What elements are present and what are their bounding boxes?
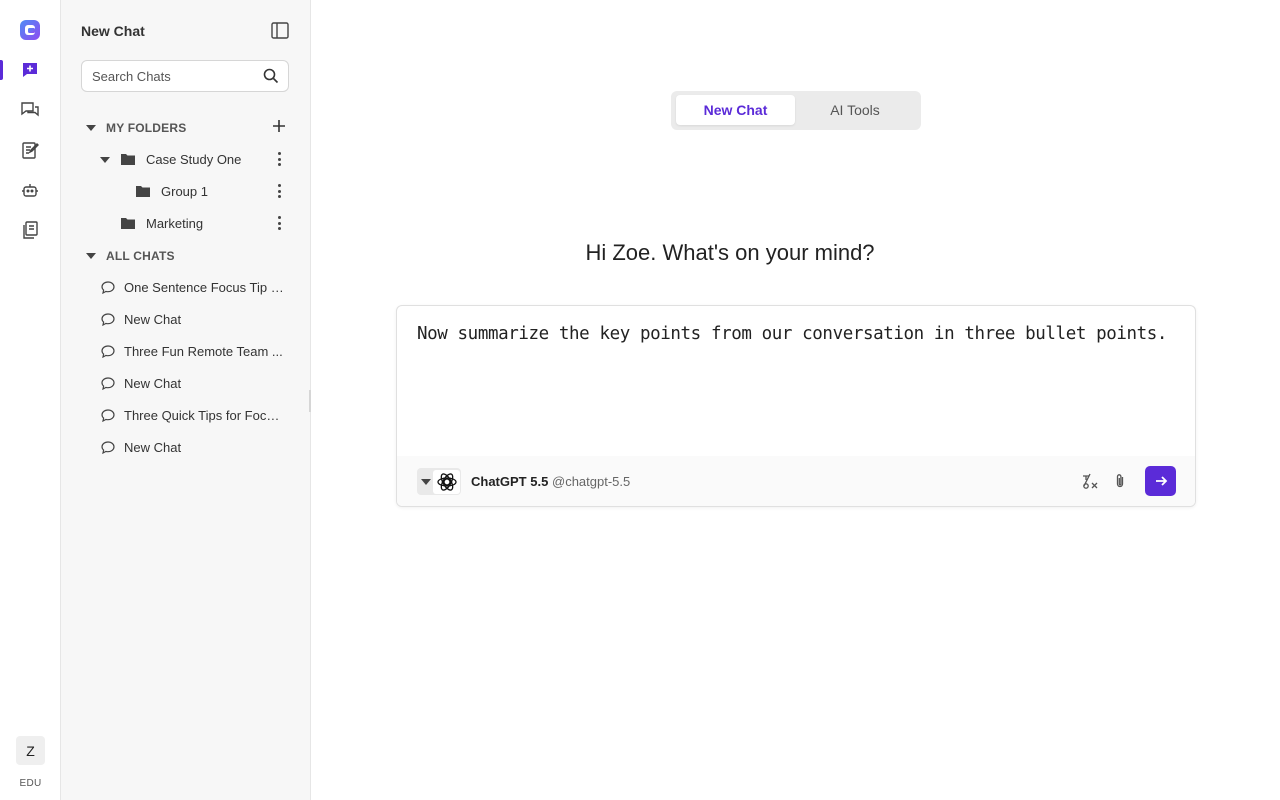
chat-list-item[interactable]: New Chat bbox=[61, 306, 311, 334]
chats-icon bbox=[21, 102, 39, 117]
message-input[interactable]: Now summarize the key points from our co… bbox=[417, 322, 1177, 346]
tab-new-chat[interactable]: New Chat bbox=[676, 95, 795, 125]
app-logo-icon[interactable] bbox=[19, 19, 41, 41]
collapse-caret-icon bbox=[100, 157, 110, 163]
chat-bubble-icon bbox=[101, 313, 115, 326]
clear-formatting-icon[interactable] bbox=[1081, 472, 1099, 490]
notes-rail-button[interactable] bbox=[18, 138, 42, 162]
mode-switcher: New Chat AI Tools bbox=[671, 91, 921, 130]
icon-rail: Z EDU bbox=[0, 0, 61, 800]
more-options-icon[interactable] bbox=[277, 216, 281, 230]
chat-title: Three Fun Remote Team ... bbox=[124, 344, 283, 359]
chats-rail-button[interactable] bbox=[18, 98, 42, 122]
paperclip-icon[interactable] bbox=[1111, 472, 1129, 490]
folder-name: Marketing bbox=[146, 216, 204, 231]
folder-item-case-study-one[interactable]: Case Study One bbox=[61, 146, 311, 174]
send-button[interactable] bbox=[1145, 466, 1176, 496]
model-selector[interactable] bbox=[417, 468, 461, 495]
model-name: ChatGPT 5.5 bbox=[471, 474, 549, 489]
chat-list-item[interactable]: Three Quick Tips for Focu... bbox=[61, 402, 311, 430]
collapse-caret-icon bbox=[86, 253, 96, 259]
documents-icon bbox=[23, 221, 38, 239]
message-composer: Now summarize the key points from our co… bbox=[396, 305, 1196, 507]
chat-bubble-icon bbox=[101, 377, 115, 390]
arrow-right-icon bbox=[1155, 476, 1167, 486]
composer-toolbar: ChatGPT 5.5 @chatgpt-5.5 bbox=[397, 456, 1195, 506]
search-icon[interactable] bbox=[263, 68, 279, 84]
chat-bubble-icon bbox=[101, 281, 115, 294]
folder-icon bbox=[121, 154, 135, 165]
all-chats-header[interactable]: ALL CHATS bbox=[61, 244, 311, 268]
chat-sidebar: New Chat MY FOLDERS Case Study One Group… bbox=[61, 0, 311, 800]
tab-ai-tools[interactable]: AI Tools bbox=[795, 95, 915, 125]
bots-rail-button[interactable] bbox=[18, 178, 42, 202]
my-folders-label: MY FOLDERS bbox=[106, 121, 187, 135]
folder-icon bbox=[121, 218, 135, 229]
all-chats-label: ALL CHATS bbox=[106, 249, 175, 263]
my-folders-header[interactable]: MY FOLDERS bbox=[61, 116, 311, 140]
folder-item-group-1[interactable]: Group 1 bbox=[61, 178, 311, 206]
user-avatar[interactable]: Z bbox=[16, 736, 45, 765]
greeting-heading: Hi Zoe. What's on your mind? bbox=[585, 240, 875, 265]
new-chat-rail-button[interactable] bbox=[18, 58, 42, 82]
folder-item-marketing[interactable]: Marketing bbox=[61, 210, 311, 238]
new-chat-icon bbox=[23, 63, 37, 77]
add-folder-icon[interactable] bbox=[272, 119, 286, 133]
collapse-caret-icon bbox=[86, 125, 96, 131]
chat-title: New Chat bbox=[124, 312, 182, 327]
edit-note-icon bbox=[22, 142, 39, 159]
model-handle: @chatgpt-5.5 bbox=[552, 474, 631, 489]
active-indicator bbox=[0, 60, 3, 80]
chat-bubble-icon bbox=[101, 409, 115, 422]
documents-rail-button[interactable] bbox=[18, 218, 42, 242]
more-options-icon[interactable] bbox=[277, 184, 281, 198]
chat-list-item[interactable]: One Sentence Focus Tip f... bbox=[61, 274, 311, 302]
chat-list-item[interactable]: New Chat bbox=[61, 434, 311, 462]
search-input[interactable] bbox=[92, 68, 252, 84]
edu-label: EDU bbox=[19, 778, 42, 789]
chat-title: One Sentence Focus Tip f... bbox=[124, 280, 284, 295]
more-options-icon[interactable] bbox=[277, 152, 281, 166]
chat-title: New Chat bbox=[124, 440, 182, 455]
chat-list-item[interactable]: New Chat bbox=[61, 370, 311, 398]
sidebar-toggle-icon[interactable] bbox=[271, 22, 289, 39]
chat-title: New Chat bbox=[124, 376, 182, 391]
folder-name: Group 1 bbox=[161, 184, 208, 199]
chevron-down-icon bbox=[421, 479, 431, 485]
chat-bubble-icon bbox=[101, 345, 115, 358]
chat-bubble-icon bbox=[101, 441, 115, 454]
chat-title: Three Quick Tips for Focu... bbox=[124, 408, 284, 423]
chat-list-item[interactable]: Three Fun Remote Team ... bbox=[61, 338, 311, 366]
robot-icon bbox=[22, 184, 38, 197]
folder-name: Case Study One bbox=[146, 152, 242, 167]
sidebar-resize-handle[interactable] bbox=[309, 390, 311, 412]
search-chats-box bbox=[81, 60, 289, 92]
folder-icon bbox=[136, 186, 150, 197]
sidebar-title: New Chat bbox=[81, 23, 145, 39]
openai-logo-icon bbox=[433, 470, 460, 494]
